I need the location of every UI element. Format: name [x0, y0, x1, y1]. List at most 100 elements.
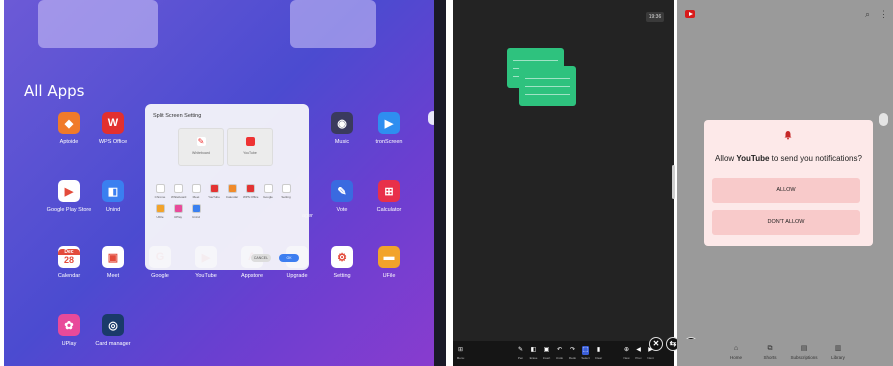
- whiteboard-panel[interactable]: 19:36 ⊞ Menu ✎ Pen ◧ Erase ▣ Insert ↶ Undo ↷ Redo…: [453, 0, 680, 366]
- app-ufile[interactable]: ▬ UFile: [359, 246, 419, 279]
- tool-new[interactable]: ⊕ New: [621, 346, 632, 360]
- split-app-ufile[interactable]: UFile: [153, 204, 167, 219]
- insert-icon: ▣: [543, 347, 550, 353]
- sticky-note[interactable]: [519, 66, 576, 106]
- right-split-preview[interactable]: YouTube: [227, 128, 273, 166]
- split-app-google[interactable]: Google: [261, 184, 275, 199]
- calendar-icon: [227, 184, 237, 193]
- nav-library[interactable]: ▥ Library: [821, 345, 855, 360]
- uplay-icon: [173, 204, 183, 213]
- split-app-youtube[interactable]: YouTube: [207, 184, 221, 199]
- setting-icon: ⚙: [331, 246, 353, 268]
- tool-label: Undo: [555, 356, 564, 360]
- menu-button[interactable]: ⊞ Menu: [455, 346, 466, 360]
- tool-prev[interactable]: ◀ Prev: [633, 346, 644, 360]
- library-icon: ▥: [834, 345, 842, 352]
- app-label: UFile: [382, 273, 396, 279]
- youtube-panel: ⌕ ⋮ ✕ Allow YouTube to send you notifica…: [677, 0, 893, 366]
- vote-icon: ✎: [331, 180, 353, 202]
- split-app-label: UPlay: [173, 215, 182, 219]
- tool-erase[interactable]: ◧ Erase: [528, 346, 539, 360]
- close-split-button[interactable]: ✕: [649, 337, 663, 351]
- meet-icon: [191, 184, 201, 193]
- tool-label: Pen: [517, 356, 524, 360]
- split-app-label: YouTube: [208, 195, 220, 199]
- left-preview-label: Whiteboard: [192, 151, 210, 155]
- nav-subscriptions[interactable]: ▤ Subscriptions: [787, 345, 821, 360]
- nav-shorts[interactable]: ⧉ Shorts: [753, 345, 787, 360]
- app-label: Calculator: [376, 207, 402, 213]
- app-wps-office[interactable]: W WPS Office: [83, 112, 143, 145]
- nav-home[interactable]: ⌂ Home: [719, 345, 753, 360]
- shorts-icon: ⧉: [767, 345, 773, 352]
- tool-label: New: [623, 356, 630, 360]
- app-card-manager[interactable]: ◎ Card manager: [83, 314, 143, 347]
- undo-icon: ↶: [556, 347, 563, 353]
- search-icon[interactable]: ⌕: [865, 9, 870, 20]
- app-label: WPS Office: [98, 139, 128, 145]
- app-label: Unind: [105, 207, 121, 213]
- split-app-calendar[interactable]: Calendar: [225, 184, 239, 199]
- tool-label: Select: [581, 356, 590, 360]
- all-apps-title: All Apps: [24, 82, 85, 100]
- google-icon: [263, 184, 273, 193]
- allow-button[interactable]: ALLOW: [712, 178, 860, 203]
- tool-pen[interactable]: ✎ Pen: [515, 346, 526, 360]
- split-app-whiteboard[interactable]: Whiteboard: [171, 184, 186, 199]
- left-split-preview[interactable]: ✎ Whiteboard: [178, 128, 224, 166]
- pen-icon: ✎: [517, 347, 524, 353]
- more-icon[interactable]: ⋮: [879, 9, 888, 20]
- erase-icon: ◧: [530, 347, 537, 353]
- nav-label: Subscriptions: [790, 355, 818, 360]
- youtube-top-bar: ⌕ ⋮: [677, 0, 893, 30]
- unind-icon: [191, 204, 201, 213]
- widget-card-right[interactable]: [290, 0, 376, 48]
- split-app-label: Setting: [281, 195, 291, 199]
- tool-clear[interactable]: ▮ Clear: [593, 346, 604, 360]
- right-preview-label: YouTube: [243, 151, 257, 155]
- youtube-icon: [245, 137, 255, 146]
- cancel-button[interactable]: CANCEL: [251, 254, 271, 262]
- clear-icon: ▮: [596, 347, 601, 353]
- split-app-label: UFile: [156, 215, 164, 219]
- card-manager-icon: ◎: [102, 314, 124, 336]
- widget-card-left[interactable]: [38, 0, 158, 48]
- dont-allow-button[interactable]: DON'T ALLOW: [712, 210, 860, 235]
- tool-insert[interactable]: ▣ Insert: [541, 346, 552, 360]
- split-divider-handle[interactable]: [672, 165, 675, 199]
- scroll-indicator[interactable]: [879, 113, 888, 126]
- split-app-uplay[interactable]: UPlay: [171, 204, 185, 219]
- tool-undo[interactable]: ↶ Undo: [554, 346, 565, 360]
- app-tronscreen[interactable]: ▶ tronScreen: [359, 112, 419, 145]
- grid-icon: ⊞: [457, 347, 464, 353]
- panel-edge: [434, 0, 446, 366]
- app-calculator[interactable]: ⊞ Calculator: [359, 180, 419, 213]
- split-app-unind[interactable]: Unind: [189, 204, 203, 219]
- app-unind[interactable]: ◧ Unind: [83, 180, 143, 213]
- music-icon: ◉: [331, 112, 353, 134]
- split-app-label: Chrome: [154, 195, 166, 199]
- tool-label: Clear: [594, 356, 603, 360]
- bottom-navigation: ⌂ Home ⧉ Shorts ▤ Subscriptions ▥ Librar…: [677, 339, 893, 366]
- split-app-chrome[interactable]: Chrome: [153, 184, 167, 199]
- tool-redo[interactable]: ↷ Redo: [567, 346, 578, 360]
- subscriptions-icon: ▤: [800, 345, 808, 352]
- whiteboard-icon: ✎: [196, 137, 206, 146]
- tool-label: Next: [647, 356, 654, 360]
- bell-icon: [784, 131, 792, 140]
- split-app-wps-office[interactable]: WPS Office: [243, 184, 259, 199]
- new-icon: ⊕: [623, 347, 630, 353]
- whiteboard-toolbar: ⊞ Menu ✎ Pen ◧ Erase ▣ Insert ↶ Undo ↷ Redo ⬚ Selec…: [453, 341, 674, 366]
- split-app-label: WPS Office: [243, 195, 259, 199]
- meet-icon: ▣: [102, 246, 124, 268]
- tool-label: Insert: [542, 356, 551, 360]
- all-apps-panel: All Apps ◆ Aptoide W WPS Office ◉ Music ▶ tronS…: [4, 0, 446, 366]
- split-app-meet[interactable]: Meet: [189, 184, 203, 199]
- wps-office-icon: W: [102, 112, 124, 134]
- clock: 19:36: [646, 12, 664, 22]
- tool-label: Erase: [529, 356, 538, 360]
- split-app-setting[interactable]: Setting: [279, 184, 293, 199]
- youtube-logo-icon[interactable]: [685, 10, 695, 18]
- tool-select[interactable]: ⬚ Select: [580, 346, 591, 360]
- ok-button[interactable]: OK: [279, 254, 299, 262]
